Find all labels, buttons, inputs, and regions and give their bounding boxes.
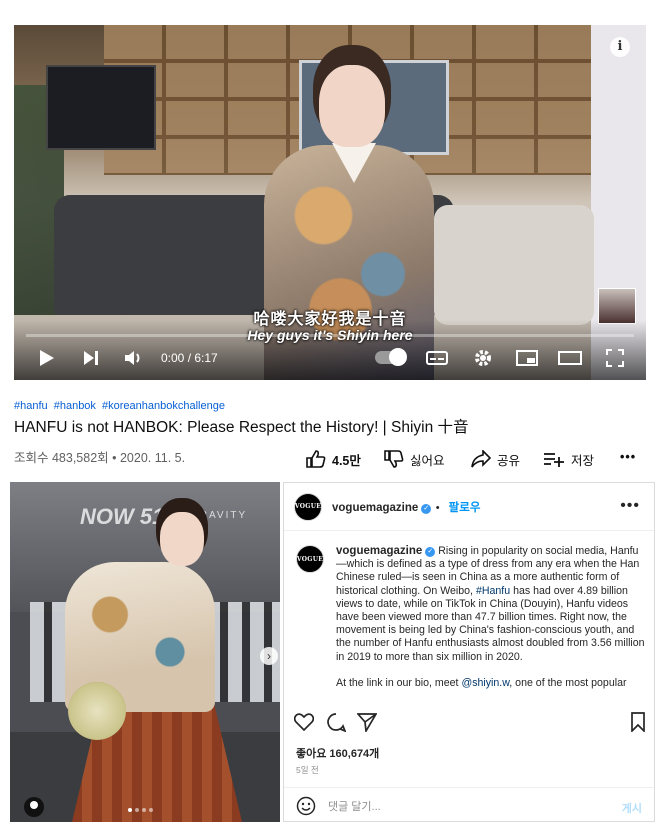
progress-bar[interactable] <box>26 334 634 337</box>
dislike-button[interactable]: 싫어요 <box>384 449 445 469</box>
follow-button[interactable]: 팔로우 <box>449 502 481 514</box>
save-label: 저장 <box>571 453 595 468</box>
carousel-dots <box>128 808 153 812</box>
verified-badge-icon: ✓ <box>425 547 436 557</box>
carousel-dot <box>142 808 146 812</box>
video-player[interactable]: i 哈喽大家好我是十音 Hey guys it's Shiyin here 0:… <box>14 25 646 380</box>
playlist-add-icon <box>544 453 564 467</box>
next-button[interactable] <box>80 345 102 371</box>
comment-icon[interactable] <box>326 712 346 732</box>
theater-button[interactable] <box>557 345 583 371</box>
hashtag-link[interactable]: #hanbok <box>54 400 96 412</box>
volume-button[interactable] <box>122 345 144 371</box>
carousel-dot <box>149 808 153 812</box>
send-icon[interactable] <box>357 712 377 732</box>
miniplayer-icon <box>516 350 538 366</box>
hashtags: #hanfu #hanbok #koreanhanbokchallenge <box>14 400 228 412</box>
post-actions <box>294 711 646 735</box>
video-title: HANFU is not HANBOK: Please Respect the … <box>14 419 469 436</box>
separator: • <box>435 501 443 514</box>
carousel-next-button[interactable]: › <box>260 647 278 665</box>
header-account: voguemagazine ✓ • 팔로우 <box>332 498 480 516</box>
hashtag-link[interactable]: #koreanhanbokchallenge <box>102 400 225 412</box>
comment-bar: 댓글 달기... 게시 <box>284 787 654 823</box>
account-name[interactable]: voguemagazine <box>332 502 418 514</box>
user-tag-icon[interactable] <box>24 797 44 817</box>
caption-row: VOGUE voguemagazine ✓ Rising in popularit… <box>296 545 646 690</box>
gear-icon <box>475 350 491 366</box>
captions-icon <box>426 351 448 365</box>
miniplayer-button[interactable] <box>514 345 540 371</box>
share-button[interactable]: 공유 <box>471 449 520 469</box>
post-comment-button[interactable]: 게시 <box>622 800 642 816</box>
fullscreen-icon <box>606 349 624 367</box>
caption-body: , one of the most popular <box>509 676 627 689</box>
post-time: 5일 전 <box>296 765 319 775</box>
settings-button[interactable] <box>470 345 496 371</box>
theater-mode-icon <box>558 351 582 365</box>
autoplay-toggle[interactable] <box>375 348 407 366</box>
volume-icon <box>125 351 140 365</box>
verified-badge-icon: ✓ <box>421 503 432 514</box>
share-icon <box>471 450 491 468</box>
info-icon[interactable]: i <box>610 37 630 57</box>
carousel-dot <box>135 808 139 812</box>
subtitle-chinese: 哈喽大家好我是十音 <box>253 311 407 328</box>
like-count: 4.5만 <box>332 453 361 468</box>
comment-input[interactable]: 댓글 달기... <box>328 798 381 814</box>
mention-link[interactable]: @shiyin.w <box>461 677 509 689</box>
view-count-date: 조회수 483,582회 • 2020. 11. 5. <box>14 451 186 465</box>
hashtag-link[interactable]: #hanfu <box>14 400 48 412</box>
caption-text: voguemagazine ✓ Rising in popularity on s… <box>336 545 646 690</box>
model-face <box>160 512 204 566</box>
heart-icon[interactable] <box>294 713 314 731</box>
carousel-dot <box>128 808 132 812</box>
post-header: VOGUE voguemagazine ✓ • 팔로우 ••• <box>284 483 654 531</box>
round-fan <box>68 682 126 740</box>
avatar[interactable]: VOGUE <box>294 492 322 521</box>
hashtag-link[interactable]: #Hanfu <box>476 585 510 597</box>
emoji-icon[interactable] <box>296 796 316 816</box>
subtitles-button[interactable] <box>424 345 450 371</box>
play-button[interactable] <box>36 345 58 371</box>
instagram-post-panel: VOGUE voguemagazine ✓ • 팔로우 ••• VOGUE vog… <box>283 482 655 822</box>
thumbs-up-icon <box>306 450 326 468</box>
like-button[interactable]: 4.5만 <box>306 449 361 469</box>
presenter-face <box>319 65 385 147</box>
store-sign: NOW 51 <box>80 504 165 529</box>
caption-body: At the link in our bio, meet <box>336 676 462 689</box>
instagram-post-photo[interactable]: NOW 51 GRAVITY › <box>10 482 280 822</box>
share-label: 공유 <box>497 453 521 468</box>
thumbs-down-icon <box>384 450 404 468</box>
bookmark-icon[interactable] <box>630 712 646 732</box>
skip-next-icon <box>84 351 98 365</box>
dislike-label: 싫어요 <box>410 453 445 468</box>
more-options-icon[interactable]: ••• <box>620 497 640 515</box>
toggle-knob <box>389 348 407 366</box>
play-icon <box>40 350 54 366</box>
time-display: 0:00 / 6:17 <box>161 351 218 365</box>
save-button[interactable]: 저장 <box>543 449 594 469</box>
like-count[interactable]: 좋아요 160,674개 <box>296 745 379 761</box>
account-name[interactable]: voguemagazine <box>336 545 422 557</box>
avatar[interactable]: VOGUE <box>296 545 324 573</box>
fullscreen-button[interactable] <box>602 345 628 371</box>
more-actions-button[interactable]: ••• <box>620 447 636 467</box>
monitor <box>46 65 156 150</box>
